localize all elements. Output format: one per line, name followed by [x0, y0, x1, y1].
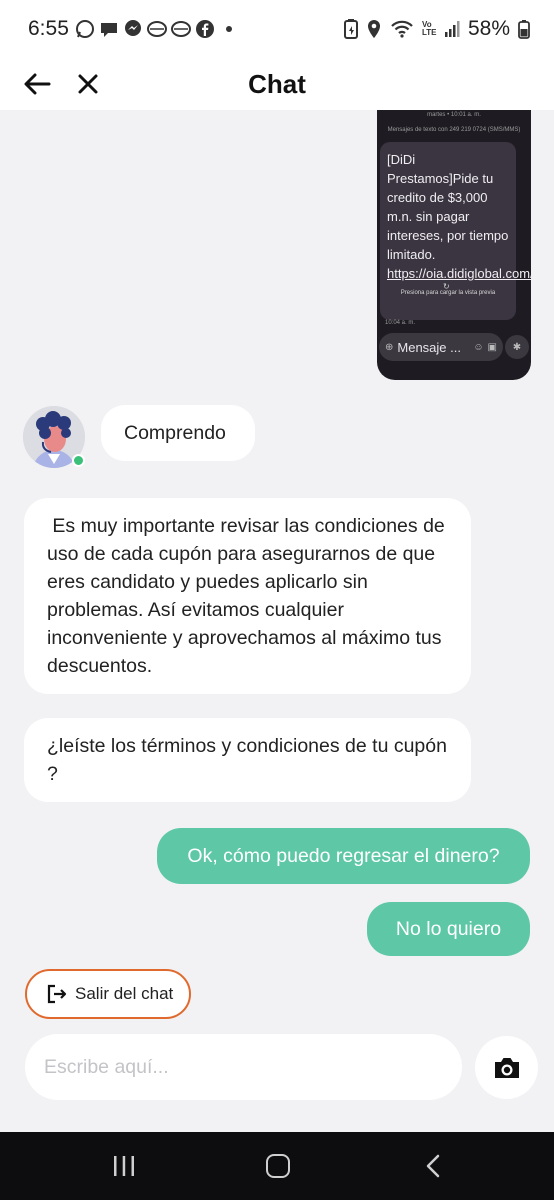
system-nav-bar — [0, 1132, 554, 1200]
chat-messages[interactable]: martes • 10:01 a. m. Mensajes de texto c… — [0, 110, 554, 1132]
signal-icon — [444, 21, 460, 37]
dot-icon — [225, 26, 232, 32]
app-icon — [146, 21, 167, 37]
status-time: 6:55 — [28, 17, 69, 40]
back-button[interactable] — [22, 66, 52, 102]
attachment-input-placeholder: Mensaje ... — [397, 339, 461, 355]
attachment-input: ⊕ Mensaje ... ☺ ▣ — [379, 333, 503, 361]
status-bar: 6:55 Vo LTE 58% — [0, 0, 554, 58]
outgoing-message: Ok, cómo puedo regresar el dinero? — [157, 828, 530, 884]
exit-chat-button[interactable]: Salir del chat — [25, 969, 191, 1019]
camera-icon — [494, 1057, 519, 1078]
attachment-time: 10:04 a. m. — [385, 320, 416, 326]
notification-icons — [75, 19, 239, 39]
online-status-dot — [72, 454, 85, 467]
attachment-date: martes • 10:01 a. m. — [427, 112, 481, 118]
exit-chat-label: Salir del chat — [75, 984, 174, 1003]
attachment-sms-text: [DiDi Prestamos]Pide tu credito de $3,00… — [387, 152, 509, 262]
message-input[interactable] — [44, 1055, 443, 1079]
battery-saver-icon — [343, 19, 358, 39]
nav-back-icon[interactable] — [425, 1154, 441, 1178]
attachment-thread-info: Mensajes de texto con 249 219 0724 (SMS/… — [387, 127, 521, 133]
facebook-icon — [195, 20, 214, 38]
volte-icon: Vo LTE — [421, 20, 437, 37]
gallery-icon: ▣ — [487, 341, 497, 353]
arrow-left-icon — [24, 73, 51, 95]
app-icon — [170, 21, 191, 37]
logout-icon — [47, 984, 67, 1004]
close-button[interactable] — [74, 66, 102, 102]
add-icon: ⊕ — [385, 341, 394, 353]
incoming-message: ¿leíste los términos y condiciones de tu… — [24, 718, 471, 802]
home-icon[interactable] — [266, 1154, 290, 1178]
battery-icon — [518, 20, 530, 39]
battery-percent: 58% — [467, 17, 510, 40]
outgoing-message: No lo quiero — [367, 902, 530, 956]
attachment-sms-link: https://oia.didiglobal.com/g/D7PBAeP — [387, 266, 531, 281]
close-icon — [78, 74, 98, 94]
voice-icon: ✱ — [505, 335, 529, 359]
whatsapp-icon — [75, 20, 94, 38]
attachment-preview-hint: Presiona para cargar la vista previa — [400, 290, 496, 296]
recents-icon[interactable] — [112, 1155, 136, 1177]
wifi-icon — [391, 20, 413, 38]
system-icons: Vo LTE 58% — [343, 17, 530, 41]
messenger-icon — [124, 20, 141, 36]
location-icon — [367, 20, 380, 38]
camera-button[interactable] — [475, 1036, 538, 1099]
image-attachment[interactable]: martes • 10:01 a. m. Mensajes de texto c… — [377, 110, 531, 380]
incoming-message: Es muy importante revisar las condicione… — [24, 498, 471, 694]
chat-bubble-icon — [100, 23, 117, 37]
message-composer[interactable] — [25, 1034, 462, 1100]
sticker-icon: ☺ — [473, 341, 484, 353]
incoming-message: Comprendo — [101, 405, 255, 461]
chat-header: Chat — [0, 58, 554, 110]
